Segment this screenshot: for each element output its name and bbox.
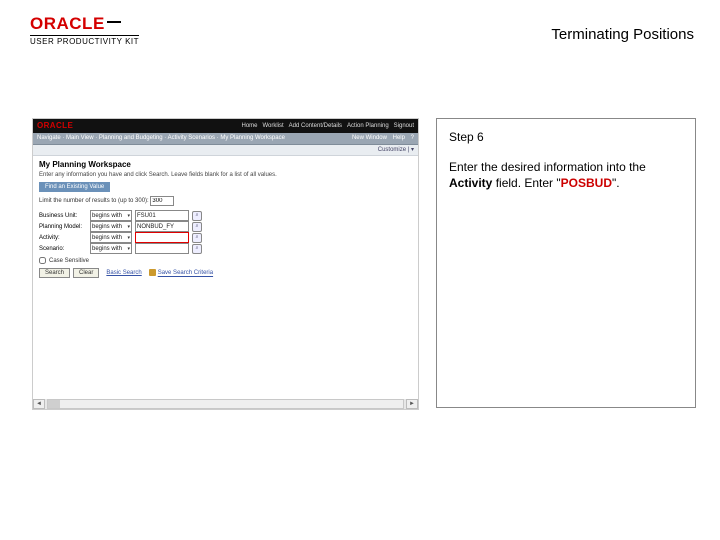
case-sensitive-checkbox[interactable] (39, 257, 46, 264)
breadcrumb: Navigate · Main View · Planning and Budg… (33, 133, 418, 145)
case-sensitive-row: Case Sensitive (39, 257, 412, 264)
row-activity: Activity: begins with▾ ⌕ (39, 232, 412, 243)
instruction-text: Enter the desired information into the A… (449, 159, 683, 191)
tab-find-existing[interactable]: Find an Existing Value (39, 182, 110, 192)
clear-button[interactable]: Clear (73, 268, 99, 278)
basic-search-link[interactable]: Basic Search (106, 270, 141, 276)
result-limit-label: Limit the number of results to (up to 30… (39, 198, 149, 204)
oracle-dash-icon (107, 21, 121, 23)
op-scenario[interactable]: begins with▾ (90, 243, 132, 254)
input-scenario[interactable] (135, 243, 189, 254)
tab-strip: Find an Existing Value (39, 182, 412, 192)
op-business-unit[interactable]: begins with▾ (90, 210, 132, 221)
label-planning-model: Planning Model: (39, 224, 87, 230)
link-new-window[interactable]: New Window (352, 135, 387, 141)
search-panel: My Planning Workspace Enter any informat… (33, 156, 418, 282)
scroll-right-icon[interactable]: ► (406, 399, 418, 409)
search-description: Enter any information you have and click… (39, 172, 412, 178)
menu-addcontent[interactable]: Add Content/Details (289, 123, 342, 129)
secondary-toolbar: Customize | ▾ (33, 145, 418, 156)
horizontal-scrollbar[interactable]: ◄ ► (33, 399, 418, 409)
chevron-down-icon: ▾ (127, 213, 130, 219)
application-screenshot: ORACLE Home Worklist Add Content/Details… (32, 118, 419, 410)
scroll-left-icon[interactable]: ◄ (33, 399, 45, 409)
app-brand: ORACLE (37, 119, 73, 133)
link-help-icon[interactable]: ? (411, 135, 414, 141)
result-limit-input[interactable] (150, 196, 174, 206)
menu-signout[interactable]: Signout (394, 123, 414, 129)
oracle-wordmark: ORACLE (30, 14, 105, 34)
input-activity[interactable] (135, 232, 189, 243)
scroll-trough[interactable] (47, 399, 404, 409)
lookup-icon[interactable]: ⌕ (192, 244, 202, 254)
menu-actionplanning[interactable]: Action Planning (347, 123, 389, 129)
save-search-link[interactable]: Save Search Criteria (149, 269, 213, 276)
chevron-down-icon: ▾ (127, 246, 130, 252)
row-scenario: Scenario: begins with▾ ⌕ (39, 243, 412, 254)
row-business-unit: Business Unit: begins with▾ FSU01 ⌕ (39, 210, 412, 221)
instruction-panel: Step 6 Enter the desired information int… (436, 118, 696, 408)
chevron-down-icon: ▾ (127, 224, 130, 230)
save-icon (149, 269, 156, 276)
chevron-down-icon: ▾ (127, 235, 130, 241)
label-scenario: Scenario: (39, 246, 87, 252)
workspace-heading: My Planning Workspace (39, 160, 412, 169)
search-button[interactable]: Search (39, 268, 70, 278)
menu-worklist[interactable]: Worklist (262, 123, 283, 129)
button-row: Search Clear Basic Search Save Search Cr… (39, 268, 412, 278)
entry-value: POSBUD (561, 176, 612, 190)
app-top-menu: Home Worklist Add Content/Details Action… (239, 119, 415, 133)
field-name-bold: Activity (449, 176, 492, 190)
lookup-icon[interactable]: ⌕ (192, 222, 202, 232)
label-business-unit: Business Unit: (39, 213, 87, 219)
step-label: Step 6 (449, 129, 683, 145)
lookup-icon[interactable]: ⌕ (192, 211, 202, 221)
lookup-icon[interactable]: ⌕ (192, 233, 202, 243)
toolbar-customize[interactable]: Customize | ▾ (378, 147, 414, 153)
row-planning-model: Planning Model: begins with▾ NONBUD_FY ⌕ (39, 221, 412, 232)
oracle-upk-logo: ORACLE USER PRODUCTIVITY KIT (30, 14, 139, 46)
input-planning-model[interactable]: NONBUD_FY (135, 221, 189, 232)
menu-home[interactable]: Home (242, 123, 258, 129)
result-limit-row: Limit the number of results to (up to 30… (39, 196, 412, 206)
input-business-unit[interactable]: FSU01 (135, 210, 189, 221)
label-activity: Activity: (39, 235, 87, 241)
scroll-thumb[interactable] (48, 400, 60, 408)
op-activity[interactable]: begins with▾ (90, 232, 132, 243)
breadcrumb-path[interactable]: Navigate · Main View · Planning and Budg… (37, 133, 285, 144)
app-top-bar: ORACLE Home Worklist Add Content/Details… (33, 119, 418, 133)
op-planning-model[interactable]: begins with▾ (90, 221, 132, 232)
link-help[interactable]: Help (393, 135, 405, 141)
upk-subtitle: USER PRODUCTIVITY KIT (30, 35, 139, 46)
page-title: Terminating Positions (551, 26, 694, 43)
case-sensitive-label: Case Sensitive (49, 258, 89, 264)
